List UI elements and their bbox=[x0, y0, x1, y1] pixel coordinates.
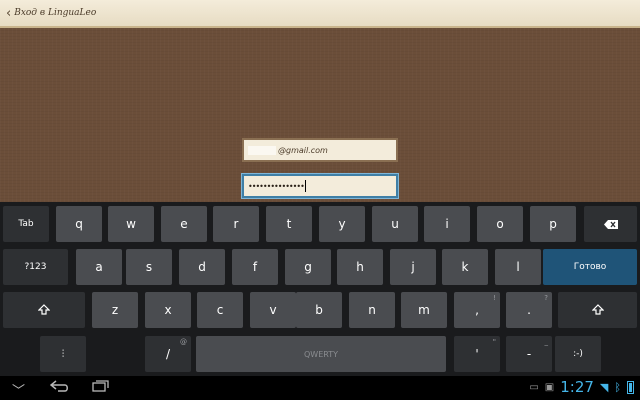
settings-sliders-icon: ⫶ bbox=[61, 348, 65, 360]
key-m[interactable]: m bbox=[401, 292, 447, 328]
key-r[interactable]: r bbox=[213, 206, 259, 242]
key-dash-label: - bbox=[526, 347, 532, 361]
key-c[interactable]: c bbox=[197, 292, 243, 328]
keyboard-icon: ▭ bbox=[529, 381, 539, 393]
email-field[interactable]: @gmail.com bbox=[242, 138, 398, 162]
bluetooth-icon: ᛒ bbox=[614, 380, 621, 394]
key-e[interactable]: e bbox=[161, 206, 207, 242]
text-caret bbox=[304, 180, 306, 192]
action-bar: ‹ Вход в LinguaLeo bbox=[0, 0, 640, 28]
key-shift-right[interactable] bbox=[558, 292, 637, 328]
key-slash[interactable]: / @ bbox=[145, 336, 191, 372]
key-backspace[interactable] bbox=[584, 206, 637, 242]
key-period-hint: ? bbox=[544, 294, 548, 302]
key-u[interactable]: u bbox=[372, 206, 418, 242]
email-domain: @gmail.com bbox=[278, 145, 328, 155]
status-area[interactable]: ▭ ▣ 1:27 ◥ ᛒ bbox=[529, 378, 634, 396]
key-b[interactable]: b bbox=[296, 292, 342, 328]
password-masked-value: ••••••••••••••• bbox=[248, 181, 305, 191]
key-apostrophe-label: ' bbox=[475, 347, 479, 361]
key-apostrophe-hint: " bbox=[492, 338, 496, 346]
key-w[interactable]: w bbox=[108, 206, 154, 242]
key-dash[interactable]: - _ bbox=[506, 336, 552, 372]
key-shift-left[interactable] bbox=[3, 292, 85, 328]
key-x[interactable]: x bbox=[145, 292, 191, 328]
key-q[interactable]: q bbox=[56, 206, 102, 242]
key-symbols[interactable]: ?123 bbox=[3, 249, 68, 285]
key-smiley[interactable]: :-) bbox=[555, 336, 601, 372]
key-space[interactable]: QWERTY bbox=[196, 336, 446, 372]
key-period-label: . bbox=[527, 303, 531, 317]
key-v[interactable]: v bbox=[250, 292, 296, 328]
clock: 1:27 bbox=[560, 378, 594, 396]
key-y[interactable]: y bbox=[319, 206, 365, 242]
key-slash-hint: @ bbox=[180, 338, 187, 346]
back-button[interactable]: ‹ Вход в LinguaLeo bbox=[6, 6, 96, 21]
key-period[interactable]: . ? bbox=[506, 292, 552, 328]
key-dash-hint: _ bbox=[544, 338, 549, 346]
password-field[interactable]: ••••••••••••••• bbox=[242, 174, 398, 198]
chevron-left-icon: ‹ bbox=[6, 5, 12, 21]
key-f[interactable]: f bbox=[232, 249, 278, 285]
battery-icon bbox=[627, 380, 634, 394]
key-settings[interactable]: ⫶ bbox=[40, 336, 86, 372]
key-s[interactable]: s bbox=[126, 249, 172, 285]
soft-keyboard: Tab q w e r t y u i o p ?123 a s d f g h… bbox=[0, 202, 640, 376]
key-comma[interactable]: , ! bbox=[454, 292, 500, 328]
backspace-icon bbox=[603, 219, 618, 229]
key-p[interactable]: p bbox=[530, 206, 576, 242]
key-comma-hint: ! bbox=[493, 294, 496, 302]
image-icon: ▣ bbox=[544, 381, 555, 393]
key-tab[interactable]: Tab bbox=[3, 206, 49, 242]
system-bar: ﹀ ▭ ▣ 1:27 ◥ ᛒ bbox=[0, 376, 640, 400]
back-nav-icon[interactable] bbox=[49, 380, 70, 396]
key-h[interactable]: h bbox=[337, 249, 383, 285]
key-n[interactable]: n bbox=[349, 292, 395, 328]
key-l[interactable]: l bbox=[495, 249, 541, 285]
hide-keyboard-icon[interactable]: ﹀ bbox=[12, 380, 25, 399]
key-k[interactable]: k bbox=[442, 249, 488, 285]
key-a[interactable]: a bbox=[76, 249, 122, 285]
key-i[interactable]: i bbox=[424, 206, 470, 242]
key-z[interactable]: z bbox=[92, 292, 138, 328]
key-o[interactable]: o bbox=[477, 206, 523, 242]
email-redacted bbox=[248, 145, 276, 155]
wifi-icon: ◥ bbox=[599, 380, 609, 394]
key-j[interactable]: j bbox=[390, 249, 436, 285]
key-t[interactable]: t bbox=[266, 206, 312, 242]
key-g[interactable]: g bbox=[285, 249, 331, 285]
key-d[interactable]: d bbox=[179, 249, 225, 285]
shift-icon bbox=[591, 304, 604, 315]
recent-apps-icon[interactable] bbox=[92, 380, 110, 396]
key-apostrophe[interactable]: ' " bbox=[454, 336, 500, 372]
back-label: Вход в LinguaLeo bbox=[14, 8, 97, 18]
key-comma-label: , bbox=[475, 303, 479, 317]
key-slash-label: / bbox=[165, 347, 171, 361]
shift-icon bbox=[38, 304, 50, 315]
key-done[interactable]: Готово bbox=[543, 249, 637, 285]
login-panel: @gmail.com ••••••••••••••• bbox=[0, 28, 640, 202]
